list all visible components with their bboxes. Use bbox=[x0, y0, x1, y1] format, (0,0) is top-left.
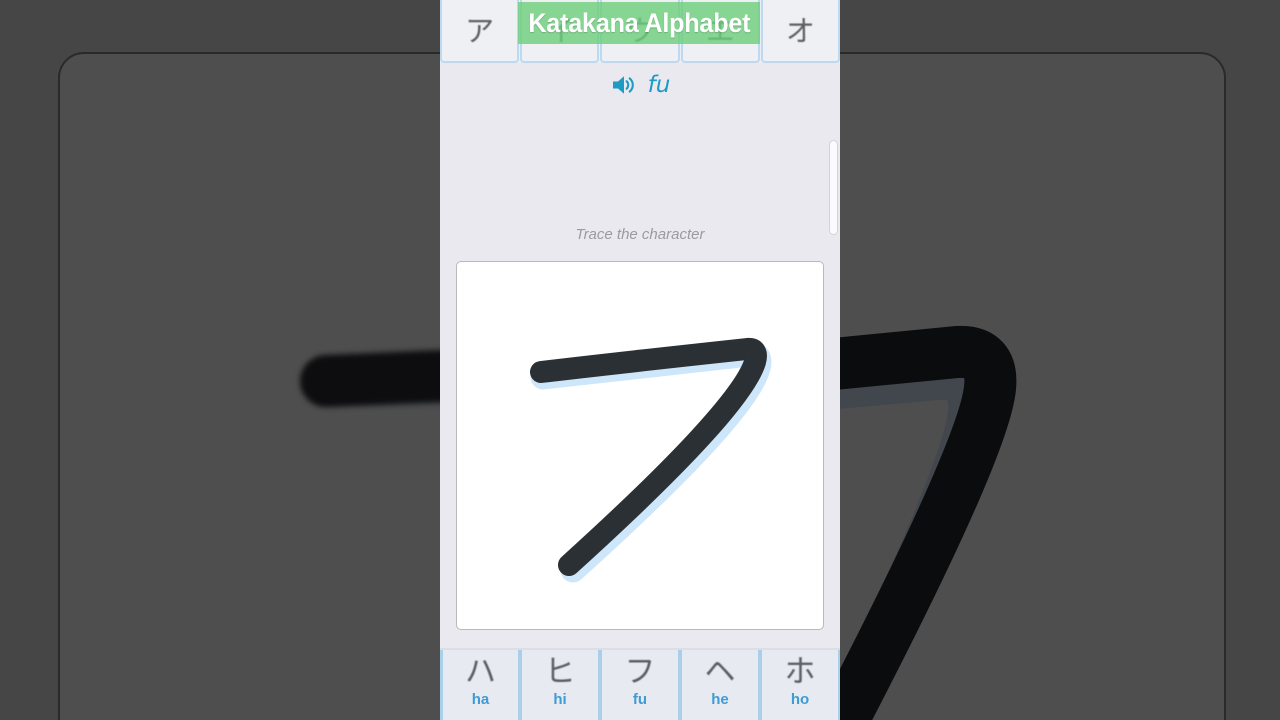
speaker-icon[interactable] bbox=[610, 72, 636, 98]
kana-cell-he[interactable]: ヘ he bbox=[680, 650, 760, 720]
tab-kana-a-label: ア bbox=[465, 14, 495, 48]
audio-row[interactable]: fu bbox=[440, 66, 840, 104]
kana-cell-fu[interactable]: フ fu bbox=[600, 650, 680, 720]
kana-cell-ho[interactable]: ホ ho bbox=[760, 650, 840, 720]
kana-hi-romaji: hi bbox=[553, 690, 567, 708]
phone-screen-panel: ア イ ウ エ オ Katakana Alphabet bbox=[440, 0, 840, 720]
kana-fu-romaji: fu bbox=[632, 690, 648, 708]
kana-cell-ha[interactable]: ハ ha bbox=[440, 650, 520, 720]
trace-canvas[interactable] bbox=[456, 261, 824, 630]
background-glyph-stroke-right bbox=[812, 300, 1142, 720]
kana-ho-glyph: ホ bbox=[784, 654, 816, 690]
kana-ho-romaji: ho bbox=[790, 690, 810, 708]
current-romaji-label: fu bbox=[647, 71, 671, 98]
tab-kana-a[interactable]: ア bbox=[440, 0, 520, 63]
tab-kana-o-label: オ bbox=[785, 14, 815, 48]
screen-root: ア イ ウ エ オ Katakana Alphabet bbox=[0, 0, 1280, 720]
kana-he-romaji: he bbox=[711, 690, 729, 708]
vertical-scrollbar-thumb[interactable] bbox=[829, 140, 838, 235]
kana-row-h[interactable]: ハ ha ヒ hi フ fu ヘ he ホ ho bbox=[440, 650, 840, 720]
title-banner: Katakana Alphabet bbox=[518, 2, 760, 44]
kana-he-glyph: ヘ bbox=[704, 654, 736, 690]
tab-kana-o[interactable]: オ bbox=[760, 0, 840, 63]
kana-ha-romaji: ha bbox=[471, 690, 490, 708]
kana-ha-glyph: ハ bbox=[465, 654, 496, 690]
trace-hint-text: Trace the character bbox=[575, 226, 705, 243]
kana-hi-glyph: ヒ bbox=[544, 654, 576, 690]
page-title: Katakana Alphabet bbox=[528, 7, 750, 38]
kana-fu-glyph: フ bbox=[624, 654, 656, 690]
kana-cell-hi[interactable]: ヒ hi bbox=[520, 650, 600, 720]
